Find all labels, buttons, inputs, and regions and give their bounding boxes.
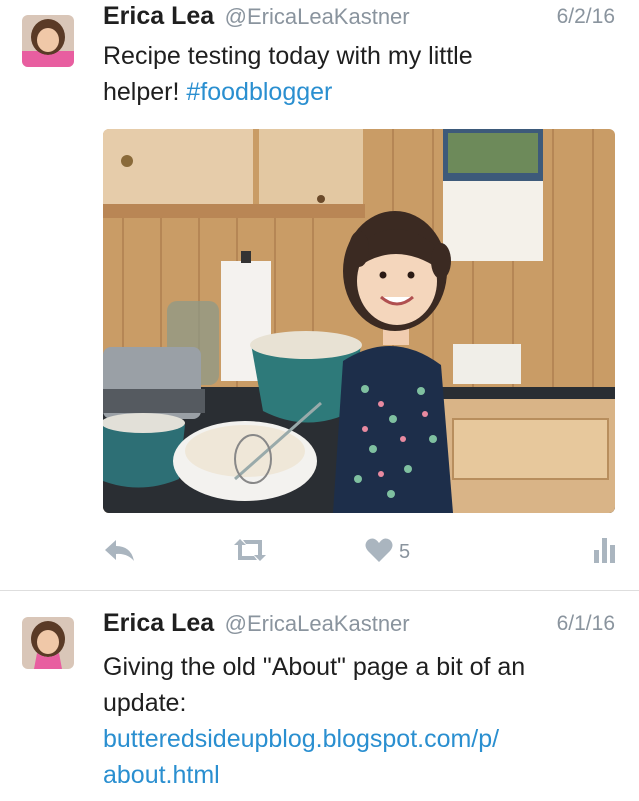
tweet-text: Recipe testing today with my little help… — [103, 38, 603, 110]
tweet-actions: 5 — [103, 532, 618, 572]
author-handle[interactable]: @EricaLeaKastner — [225, 4, 410, 29]
tweet-text: Giving the old "About" page a bit of an … — [103, 649, 603, 793]
tweet-photo[interactable] — [103, 129, 615, 513]
analytics-button[interactable] — [593, 532, 615, 572]
avatar[interactable] — [22, 617, 74, 669]
analytics-icon — [593, 536, 615, 569]
tweet-header: Erica Lea @EricaLeaKastner 6/1/16 — [103, 609, 615, 643]
retweet-button[interactable] — [231, 532, 269, 572]
author-name[interactable]: Erica Lea — [103, 2, 214, 30]
reply-icon — [103, 536, 135, 569]
tweet-text-line: Recipe testing today with my little — [103, 42, 473, 70]
tweet-text-line: update: — [103, 689, 187, 717]
tweet-text-line: helper! — [103, 78, 187, 106]
tweet[interactable]: Erica Lea @EricaLeaKastner 6/1/16 Giving… — [0, 591, 639, 801]
tweet[interactable]: Erica Lea @EricaLeaKastner 6/2/16 Recipe… — [0, 0, 639, 591]
reply-button[interactable] — [103, 532, 135, 572]
tweet-text-line: Giving the old "About" page a bit of an — [103, 653, 526, 681]
retweet-icon — [231, 536, 269, 569]
like-icon — [365, 537, 393, 568]
tweet-date[interactable]: 6/2/16 — [557, 5, 615, 29]
author-handle[interactable]: @EricaLeaKastner — [225, 611, 410, 636]
url-link[interactable]: about.html — [103, 761, 220, 789]
author-name[interactable]: Erica Lea — [103, 609, 214, 637]
tweet-header: Erica Lea @EricaLeaKastner 6/2/16 — [103, 2, 615, 36]
like-count: 5 — [399, 540, 411, 563]
avatar[interactable] — [22, 15, 74, 67]
hashtag-link[interactable]: #foodblogger — [186, 78, 332, 106]
tweet-date[interactable]: 6/1/16 — [557, 612, 615, 636]
like-button[interactable]: 5 — [365, 532, 410, 572]
url-link[interactable]: butteredsideupblog.blogspot.com/p/ — [103, 725, 499, 753]
